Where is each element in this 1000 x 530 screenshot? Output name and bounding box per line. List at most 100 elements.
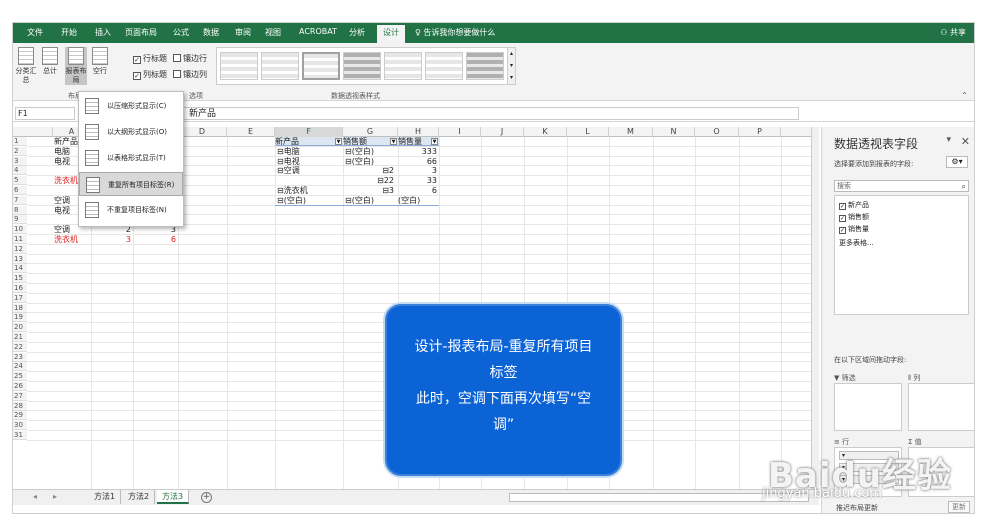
subtotals-button[interactable]: 分类汇总 — [15, 47, 37, 85]
tab-acrobat[interactable]: ACROBAT — [299, 27, 337, 36]
field-item-new-product[interactable]: ✓ 新产品 — [839, 200, 869, 210]
grand-totals-button[interactable]: 总计 — [39, 47, 61, 76]
tell-me-box[interactable]: ♀ 告诉我你想要做什么 — [415, 27, 495, 38]
pivot-sales-amount[interactable]: ⊟(空白) — [345, 147, 396, 156]
row-header-23[interactable]: 23 — [13, 352, 27, 362]
pivot-sales-amount[interactable]: ⊟3 — [345, 186, 396, 195]
row-header-27[interactable]: 27 — [13, 391, 27, 401]
cell-b11[interactable]: 3 — [91, 235, 133, 244]
row-header-6[interactable]: 6 — [13, 186, 27, 195]
row-header-15[interactable]: 15 — [13, 274, 27, 284]
row-header-22[interactable]: 22 — [13, 342, 27, 352]
column-header-K[interactable]: K — [524, 127, 567, 137]
blank-rows-button[interactable]: 空行 — [89, 47, 111, 76]
pivot-header-cell[interactable]: 销售额 ▼ — [343, 137, 398, 146]
tab-nav-next-icon[interactable]: ▸ — [53, 492, 57, 501]
pivot-row-label[interactable]: ⊟(空白) — [277, 196, 343, 205]
menu-item-tabular-form[interactable]: 以表格形式显示(T) — [79, 146, 183, 170]
pivot-sales-amount[interactable]: ⊟2 — [345, 166, 396, 175]
menu-item-outline-form[interactable]: 以大纲形式显示(O) — [79, 120, 183, 144]
row-header-21[interactable]: 21 — [13, 333, 27, 342]
row-header-9[interactable]: 9 — [13, 215, 27, 225]
filter-dropdown-icon[interactable]: ▼ — [431, 138, 438, 145]
column-header-J[interactable]: J — [481, 127, 524, 137]
pivot-row-label[interactable]: ⊟空调 — [277, 166, 343, 175]
row-header-17[interactable]: 17 — [13, 293, 27, 303]
row-header-1[interactable]: 1 — [13, 137, 27, 146]
pivot-row-label[interactable]: ⊟电视 — [277, 157, 343, 166]
more-tables-link[interactable]: 更多表格... — [839, 238, 874, 248]
pivot-sales-qty[interactable]: 6 — [398, 186, 439, 195]
name-box[interactable]: F1 — [15, 107, 75, 120]
pivot-sales-amount[interactable]: ⊟(空白) — [345, 157, 396, 166]
cell-c11[interactable]: 6 — [133, 235, 178, 244]
sheet-tab-method1[interactable]: 方法1 — [89, 490, 122, 504]
sheet-tab-method2[interactable]: 方法2 — [123, 490, 156, 504]
menu-item-no-repeat-labels[interactable]: 不重复项目标签(N) — [79, 198, 183, 222]
pivot-style-swatch[interactable] — [261, 52, 299, 80]
tab-analyze[interactable]: 分析 — [349, 27, 365, 38]
row-header-31[interactable]: 31 — [13, 431, 27, 440]
pivot-sales-qty[interactable]: (空白) — [398, 196, 439, 205]
row-header-10[interactable]: 10 — [13, 225, 27, 235]
tab-home[interactable]: 开始 — [61, 27, 77, 38]
column-header-M[interactable]: M — [609, 127, 653, 137]
row-header-25[interactable]: 25 — [13, 372, 27, 382]
column-header-P[interactable]: P — [739, 127, 781, 137]
tab-nav-prev-icon[interactable]: ◂ — [33, 492, 37, 501]
column-header-E[interactable]: E — [227, 127, 275, 137]
pivot-row-label[interactable]: ⊟洗衣机 — [277, 186, 343, 195]
field-item-sales-amount[interactable]: ✓ 销售额 — [839, 212, 869, 222]
column-header-I[interactable]: I — [439, 127, 481, 137]
new-sheet-button[interactable]: + — [201, 492, 212, 503]
pivot-row-label[interactable] — [277, 176, 343, 185]
pivot-style-swatch[interactable] — [425, 52, 463, 80]
share-button[interactable]: ⚇ 共享 — [940, 27, 966, 38]
field-item-sales-qty[interactable]: ✓ 销售量 — [839, 224, 869, 234]
row-header-29[interactable]: 29 — [13, 411, 27, 421]
pivot-header-cell[interactable]: 新产品 ▼ — [275, 137, 343, 146]
pane-options-icon[interactable]: ▾ — [946, 135, 951, 145]
filters-drop-area[interactable] — [834, 383, 902, 431]
vertical-scrollbar[interactable] — [811, 127, 819, 489]
pivot-sales-amount[interactable]: ⊟22 — [345, 176, 396, 185]
columns-drop-area[interactable] — [908, 383, 974, 431]
column-header-O[interactable]: O — [695, 127, 739, 137]
filter-dropdown-icon[interactable]: ▼ — [390, 138, 397, 145]
column-header-D[interactable]: D — [178, 127, 227, 137]
row-header-28[interactable]: 28 — [13, 401, 27, 411]
row-header-8[interactable]: 8 — [13, 205, 27, 215]
tab-file[interactable]: 文件 — [27, 27, 43, 38]
tab-review[interactable]: 审阅 — [235, 27, 251, 38]
defer-layout-checkbox[interactable]: 推迟布局更新 — [836, 503, 878, 513]
row-header-12[interactable]: 12 — [13, 244, 27, 254]
banded-columns-checkbox[interactable]: 镶边列 — [173, 69, 207, 80]
row-header-4[interactable]: 4 — [13, 166, 27, 176]
tab-data[interactable]: 数据 — [203, 27, 219, 38]
row-headers-checkbox[interactable]: ✓ 行标题 — [133, 53, 167, 64]
column-header-H[interactable]: H — [398, 127, 439, 137]
column-header-G[interactable]: G — [343, 127, 398, 137]
row-header-7[interactable]: 7 — [13, 195, 27, 205]
tab-formulas[interactable]: 公式 — [173, 27, 189, 38]
pivot-style-swatch[interactable] — [220, 52, 258, 80]
tab-design[interactable]: 设计 — [377, 25, 405, 43]
pivot-sales-amount[interactable]: ⊟(空白) — [345, 196, 396, 205]
gear-icon[interactable]: ⚙▾ — [946, 156, 968, 168]
pivot-style-swatch[interactable] — [343, 52, 381, 80]
pivot-sales-qty[interactable]: 66 — [398, 157, 439, 166]
update-button[interactable]: 更新 — [948, 501, 970, 513]
collapse-ribbon-icon[interactable]: ⌃ — [961, 91, 968, 100]
column-headers-checkbox[interactable]: ✓ 列标题 — [133, 69, 167, 80]
filter-dropdown-icon[interactable]: ▼ — [335, 138, 342, 145]
close-icon[interactable]: ✕ — [961, 135, 970, 148]
select-all-corner[interactable] — [13, 127, 53, 137]
pivot-sales-qty[interactable]: 33 — [398, 176, 439, 185]
pivot-header-cell[interactable]: 销售量 ▼ — [398, 137, 439, 146]
banded-rows-checkbox[interactable]: 镶边行 — [173, 53, 207, 64]
pivot-sales-qty[interactable]: 3 — [398, 166, 439, 175]
row-header-19[interactable]: 19 — [13, 313, 27, 323]
pivot-style-swatch[interactable] — [384, 52, 422, 80]
pivot-style-swatch[interactable] — [466, 52, 504, 80]
row-header-2[interactable]: 2 — [13, 146, 27, 156]
